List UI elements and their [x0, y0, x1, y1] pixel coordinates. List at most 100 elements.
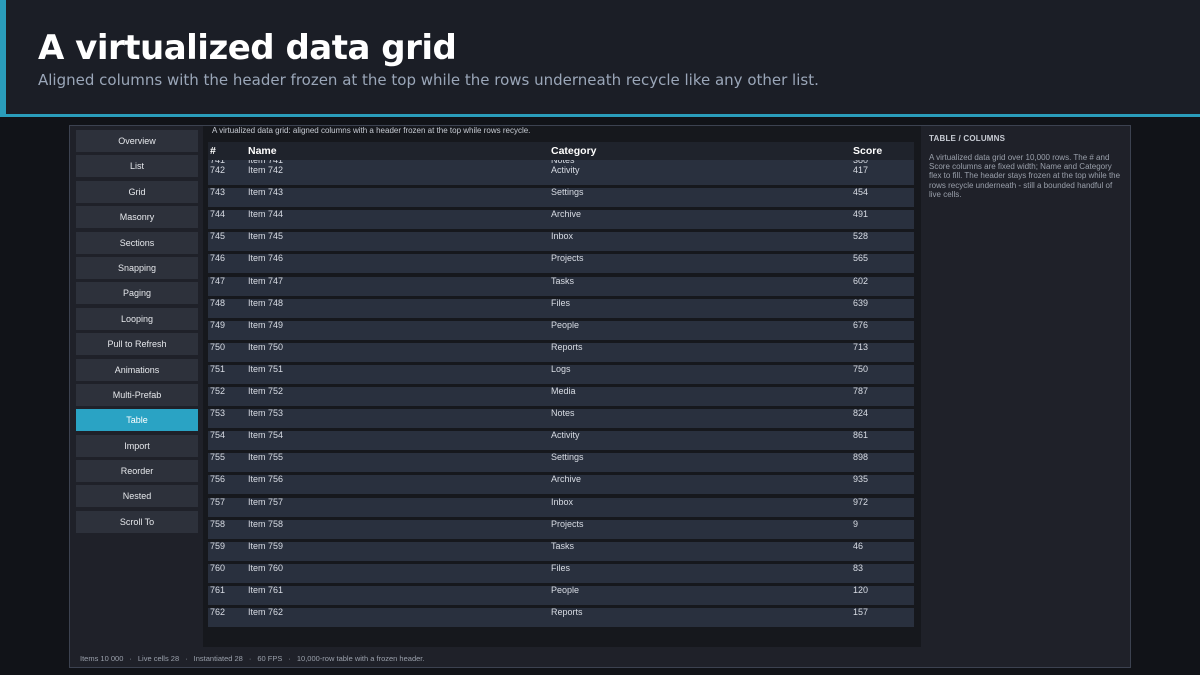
cell-score: 454	[853, 187, 869, 198]
cell-number: 748	[210, 297, 226, 308]
table-row[interactable]: 752 Item 752 Media 787	[208, 386, 914, 406]
sidebar-item-animations[interactable]: Animations	[76, 358, 198, 381]
cell-name: Item 755	[248, 452, 284, 463]
table-row[interactable]: 762 Item 762 Reports 157	[208, 607, 914, 627]
cell-category: Archive	[551, 474, 582, 485]
table-row[interactable]: 756 Item 756 Archive 935	[208, 474, 914, 495]
table-row[interactable]: 757 Item 757 Inbox 972	[208, 496, 914, 517]
sidebar-item-import[interactable]: Import	[76, 434, 198, 457]
cell-name: Item 744	[248, 209, 284, 220]
table-row[interactable]: 750 Item 750 Reports 713	[208, 341, 914, 362]
cell-name: Item 748	[248, 297, 284, 308]
cell-category: Logs	[551, 363, 571, 374]
info-description: A virtualized data grid over 10,000 rows…	[929, 153, 1121, 199]
cell-category: Projects	[551, 253, 584, 264]
column-header-category[interactable]: Category	[551, 145, 597, 157]
sidebar-item-multi-prefab[interactable]: Multi-Prefab	[76, 383, 198, 406]
cell-category: Settings	[551, 452, 584, 463]
table-row[interactable]: 760 Item 760 Files 83	[208, 562, 914, 583]
cell-score: 565	[853, 253, 869, 264]
sidebar-item-table[interactable]: Table	[76, 409, 198, 432]
sidebar-item-snapping[interactable]: Snapping	[76, 256, 198, 279]
sidebar-item-overview[interactable]: Overview	[76, 130, 198, 152]
column-header-name[interactable]: Name	[248, 145, 277, 157]
info-panel: TABLE / COLUMNS A virtualized data grid …	[929, 134, 1125, 199]
table-row[interactable]: 746 Item 746 Projects 565	[208, 253, 914, 274]
cell-score: 46	[853, 540, 864, 551]
cell-score: 157	[853, 607, 869, 617]
table-row[interactable]: 755 Item 755 Settings 898	[208, 452, 914, 473]
cell-category: Inbox	[551, 496, 574, 507]
cell-score: 417	[853, 165, 869, 175]
cell-category: Activity	[551, 165, 580, 175]
cell-score: 491	[853, 209, 869, 220]
status-instantiated: Instantiated 28	[193, 654, 243, 663]
page-subtitle: Aligned columns with the header frozen a…	[38, 71, 819, 89]
column-header-number[interactable]: #	[210, 145, 216, 157]
cell-score: 972	[853, 496, 869, 507]
status-separator: ·	[185, 654, 188, 663]
title-banner: A virtualized data grid Aligned columns …	[0, 0, 1200, 117]
cell-name: Item 758	[248, 518, 284, 529]
table-row[interactable]: 751 Item 751 Logs 750	[208, 363, 914, 384]
cell-score: 750	[853, 363, 869, 374]
table-row[interactable]: 759 Item 759 Tasks 46	[208, 540, 914, 561]
table-row[interactable]: 748 Item 748 Files 639	[208, 297, 914, 318]
info-title: TABLE / COLUMNS	[929, 134, 1006, 143]
cell-number: 749	[210, 319, 226, 330]
cell-number: 755	[210, 452, 226, 463]
table-row[interactable]: 747 Item 747 Tasks 602	[208, 275, 914, 296]
cell-number: 744	[210, 209, 226, 220]
status-note: 10,000-row table with a frozen header.	[296, 654, 425, 663]
grid-header-row: # Name Category Score	[208, 142, 914, 160]
sidebar-item-reorder[interactable]: Reorder	[76, 460, 198, 483]
sidebar-item-pull-to-refresh[interactable]: Pull to Refresh	[76, 333, 198, 356]
cell-name: Item 751	[248, 363, 284, 374]
table-row[interactable]: 743 Item 743 Settings 454	[208, 187, 914, 208]
table-row[interactable]: 754 Item 754 Activity 861	[208, 430, 914, 451]
data-grid-panel: A virtualized data grid: aligned columns…	[203, 126, 921, 647]
sidebar-item-nested[interactable]: Nested	[76, 485, 198, 508]
cell-number: 750	[210, 341, 226, 352]
cell-name: Item 754	[248, 430, 284, 441]
cell-category: Reports	[551, 341, 583, 352]
cell-number: 754	[210, 430, 226, 441]
sidebar-item-scroll-to[interactable]: Scroll To	[76, 510, 198, 533]
sidebar-item-grid[interactable]: Grid	[76, 180, 198, 203]
sidebar-item-paging[interactable]: Paging	[76, 282, 198, 305]
sidebar-item-masonry[interactable]: Masonry	[76, 206, 198, 229]
sidebar-item-looping[interactable]: Looping	[76, 307, 198, 330]
cell-number: 747	[210, 275, 226, 286]
table-row[interactable]: 761 Item 761 People 120	[208, 584, 914, 605]
table-row[interactable]: 745 Item 745 Inbox 528	[208, 231, 914, 252]
cell-name: Item 742	[248, 165, 284, 175]
table-row[interactable]: 753 Item 753 Notes 824	[208, 408, 914, 429]
cell-score: 861	[853, 430, 869, 441]
cell-number: 752	[210, 386, 226, 396]
cell-score: 120	[853, 584, 869, 595]
cell-category: Media	[551, 386, 576, 396]
status-separator: ·	[248, 654, 252, 663]
cell-category: Tasks	[551, 275, 575, 286]
column-header-score[interactable]: Score	[853, 145, 882, 157]
table-row[interactable]: 758 Item 758 Projects 9	[208, 518, 914, 539]
table-row[interactable]: 742 Item 742 Activity 417	[208, 165, 914, 185]
grid-rows-viewport[interactable]: 741 Item 741 Notes 380 742 Item 742 Activity 41…	[208, 160, 914, 642]
cell-name: Item 745	[248, 231, 284, 242]
status-live-cells: Live cells 28	[137, 654, 180, 663]
sidebar-item-sections[interactable]: Sections	[76, 231, 198, 254]
cell-category: Files	[551, 562, 571, 573]
cell-category: Tasks	[551, 540, 575, 551]
table-row[interactable]: 749 Item 749 People 676	[208, 319, 914, 340]
cell-name: Item 750	[248, 341, 284, 352]
cell-name: Item 757	[248, 496, 284, 507]
cell-score: 787	[853, 386, 869, 396]
cell-name: Item 746	[248, 253, 284, 264]
status-bar: Items 10 000 · Live cells 28 · Instantiated …	[80, 654, 424, 663]
cell-name: Item 747	[248, 275, 284, 286]
grid-caption: A virtualized data grid: aligned columns…	[212, 126, 531, 135]
cell-number: 759	[210, 540, 226, 551]
cell-category: Notes	[551, 408, 575, 419]
sidebar-item-list[interactable]: List	[76, 155, 198, 178]
table-row[interactable]: 744 Item 744 Archive 491	[208, 209, 914, 230]
